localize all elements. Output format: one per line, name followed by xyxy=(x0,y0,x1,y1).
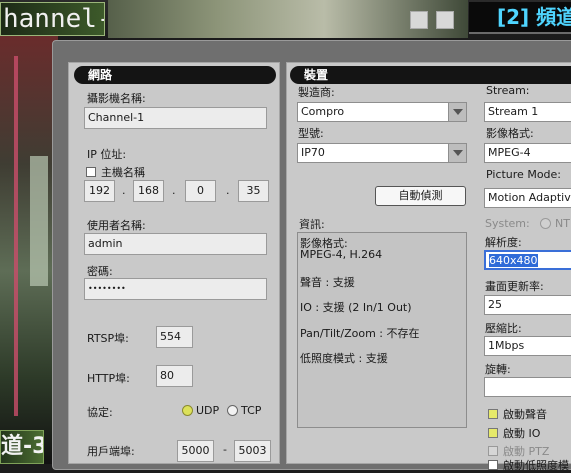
minimize-icon[interactable] xyxy=(410,11,428,29)
channel-2-label: [2] 頻道 xyxy=(469,2,571,34)
resolution-select[interactable]: 640x480 xyxy=(484,250,571,270)
client-port-to-field[interactable]: 5003 xyxy=(234,440,271,462)
ip-octet-3[interactable]: 0 xyxy=(185,180,216,202)
channel-3-label: 道-3 xyxy=(0,430,44,464)
stream-value: Stream 1 xyxy=(488,105,539,118)
chevron-down-icon[interactable] xyxy=(448,144,466,162)
ip-separator: . xyxy=(122,184,126,197)
video-format-select[interactable]: MPEG-4 xyxy=(484,143,571,163)
password-label: 密碼: xyxy=(87,265,113,278)
chevron-down-icon[interactable] xyxy=(448,103,466,121)
resolution-value: 640x480 xyxy=(489,254,538,267)
enable-io-label: 啟動 IO xyxy=(503,427,541,440)
compression-value: 1Mbps xyxy=(488,339,525,352)
vendor-label: 製造商: xyxy=(298,86,335,99)
model-select[interactable]: IP70 xyxy=(297,143,467,163)
http-port-field[interactable]: 80 xyxy=(156,365,193,387)
ip-octet-4[interactable]: 35 xyxy=(238,180,269,202)
system-label: System: xyxy=(485,217,530,230)
tcp-radio[interactable] xyxy=(227,405,238,416)
rotation-select[interactable] xyxy=(484,377,571,397)
ip-address-label: IP 位址: xyxy=(87,148,127,161)
client-port-separator: - xyxy=(223,443,227,456)
camera-name-label: 攝影機名稱: xyxy=(87,92,146,105)
username-field[interactable]: admin xyxy=(84,233,267,255)
ip-octet-1[interactable]: 192 xyxy=(84,180,115,202)
compression-label: 壓縮比: xyxy=(485,322,522,335)
video-format-value: MPEG-4 xyxy=(488,146,531,159)
hostname-checkbox[interactable] xyxy=(86,167,96,177)
video-format-label: 影像格式: xyxy=(486,127,534,140)
client-port-label: 用戶端埠: xyxy=(87,445,135,458)
fps-label: 畫面更新率: xyxy=(485,280,544,293)
vendor-value: Compro xyxy=(301,105,345,118)
enable-ptz-checkbox[interactable] xyxy=(488,446,498,456)
maximize-icon[interactable] xyxy=(436,11,454,29)
ip-octet-2[interactable]: 168 xyxy=(133,180,164,202)
enable-lowlight-label: 啟動低照度模 xyxy=(503,459,569,472)
model-value: IP70 xyxy=(301,146,325,159)
tcp-label: TCP xyxy=(241,404,262,417)
rtsp-port-field[interactable]: 554 xyxy=(156,326,193,348)
info-ptz: Pan/Tilt/Zoom : 不存在 xyxy=(300,327,420,340)
picture-mode-select[interactable]: Motion Adaptive xyxy=(484,188,571,208)
enable-io-checkbox[interactable] xyxy=(488,428,498,438)
picture-mode-value: Motion Adaptive xyxy=(488,191,571,204)
camera-name-field[interactable]: Channel-1 xyxy=(84,107,267,129)
rotation-label: 旋轉: xyxy=(485,363,511,376)
fps-select[interactable]: 25 xyxy=(484,295,571,315)
system-nt-label: NT xyxy=(555,217,570,230)
enable-audio-label: 啟動聲音 xyxy=(503,408,547,421)
stream-select[interactable]: Stream 1 xyxy=(484,102,571,122)
username-label: 使用者名稱: xyxy=(87,219,146,232)
udp-label: UDP xyxy=(196,404,220,417)
info-label: 資訊: xyxy=(299,218,325,231)
system-nt-radio[interactable] xyxy=(540,218,551,229)
auto-detect-button[interactable]: 自動偵測 xyxy=(375,186,466,206)
info-io: IO : 支援 (2 In/1 Out) xyxy=(300,301,412,314)
stream-label: Stream: xyxy=(486,84,530,97)
network-header: 網路 xyxy=(74,66,276,84)
device-header: 裝置 xyxy=(290,66,571,84)
info-video-format-value: MPEG-4, H.264 xyxy=(300,248,383,261)
model-label: 型號: xyxy=(298,127,324,140)
fps-value: 25 xyxy=(488,298,502,311)
udp-radio[interactable] xyxy=(182,405,193,416)
enable-audio-checkbox[interactable] xyxy=(488,409,498,419)
channel-1-label: hannel-1 xyxy=(0,2,105,36)
protocol-label: 協定: xyxy=(87,406,113,419)
info-audio: 聲音 : 支援 xyxy=(300,276,355,289)
http-port-label: HTTP埠: xyxy=(87,372,130,385)
compression-select[interactable]: 1Mbps xyxy=(484,336,571,356)
enable-lowlight-checkbox[interactable] xyxy=(488,460,498,470)
hostname-label: 主機名稱 xyxy=(101,166,145,179)
ip-separator: . xyxy=(226,184,230,197)
resolution-label: 解析度: xyxy=(485,236,522,249)
rtsp-port-label: RTSP埠: xyxy=(87,332,129,345)
info-lowlight: 低照度模式 : 支援 xyxy=(300,352,388,365)
ip-separator: . xyxy=(172,184,176,197)
password-field[interactable]: •••••••• xyxy=(84,278,267,300)
vendor-select[interactable]: Compro xyxy=(297,102,467,122)
picture-mode-label: Picture Mode: xyxy=(486,168,562,181)
camera-feed-left xyxy=(0,36,58,464)
client-port-from-field[interactable]: 5000 xyxy=(177,440,214,462)
